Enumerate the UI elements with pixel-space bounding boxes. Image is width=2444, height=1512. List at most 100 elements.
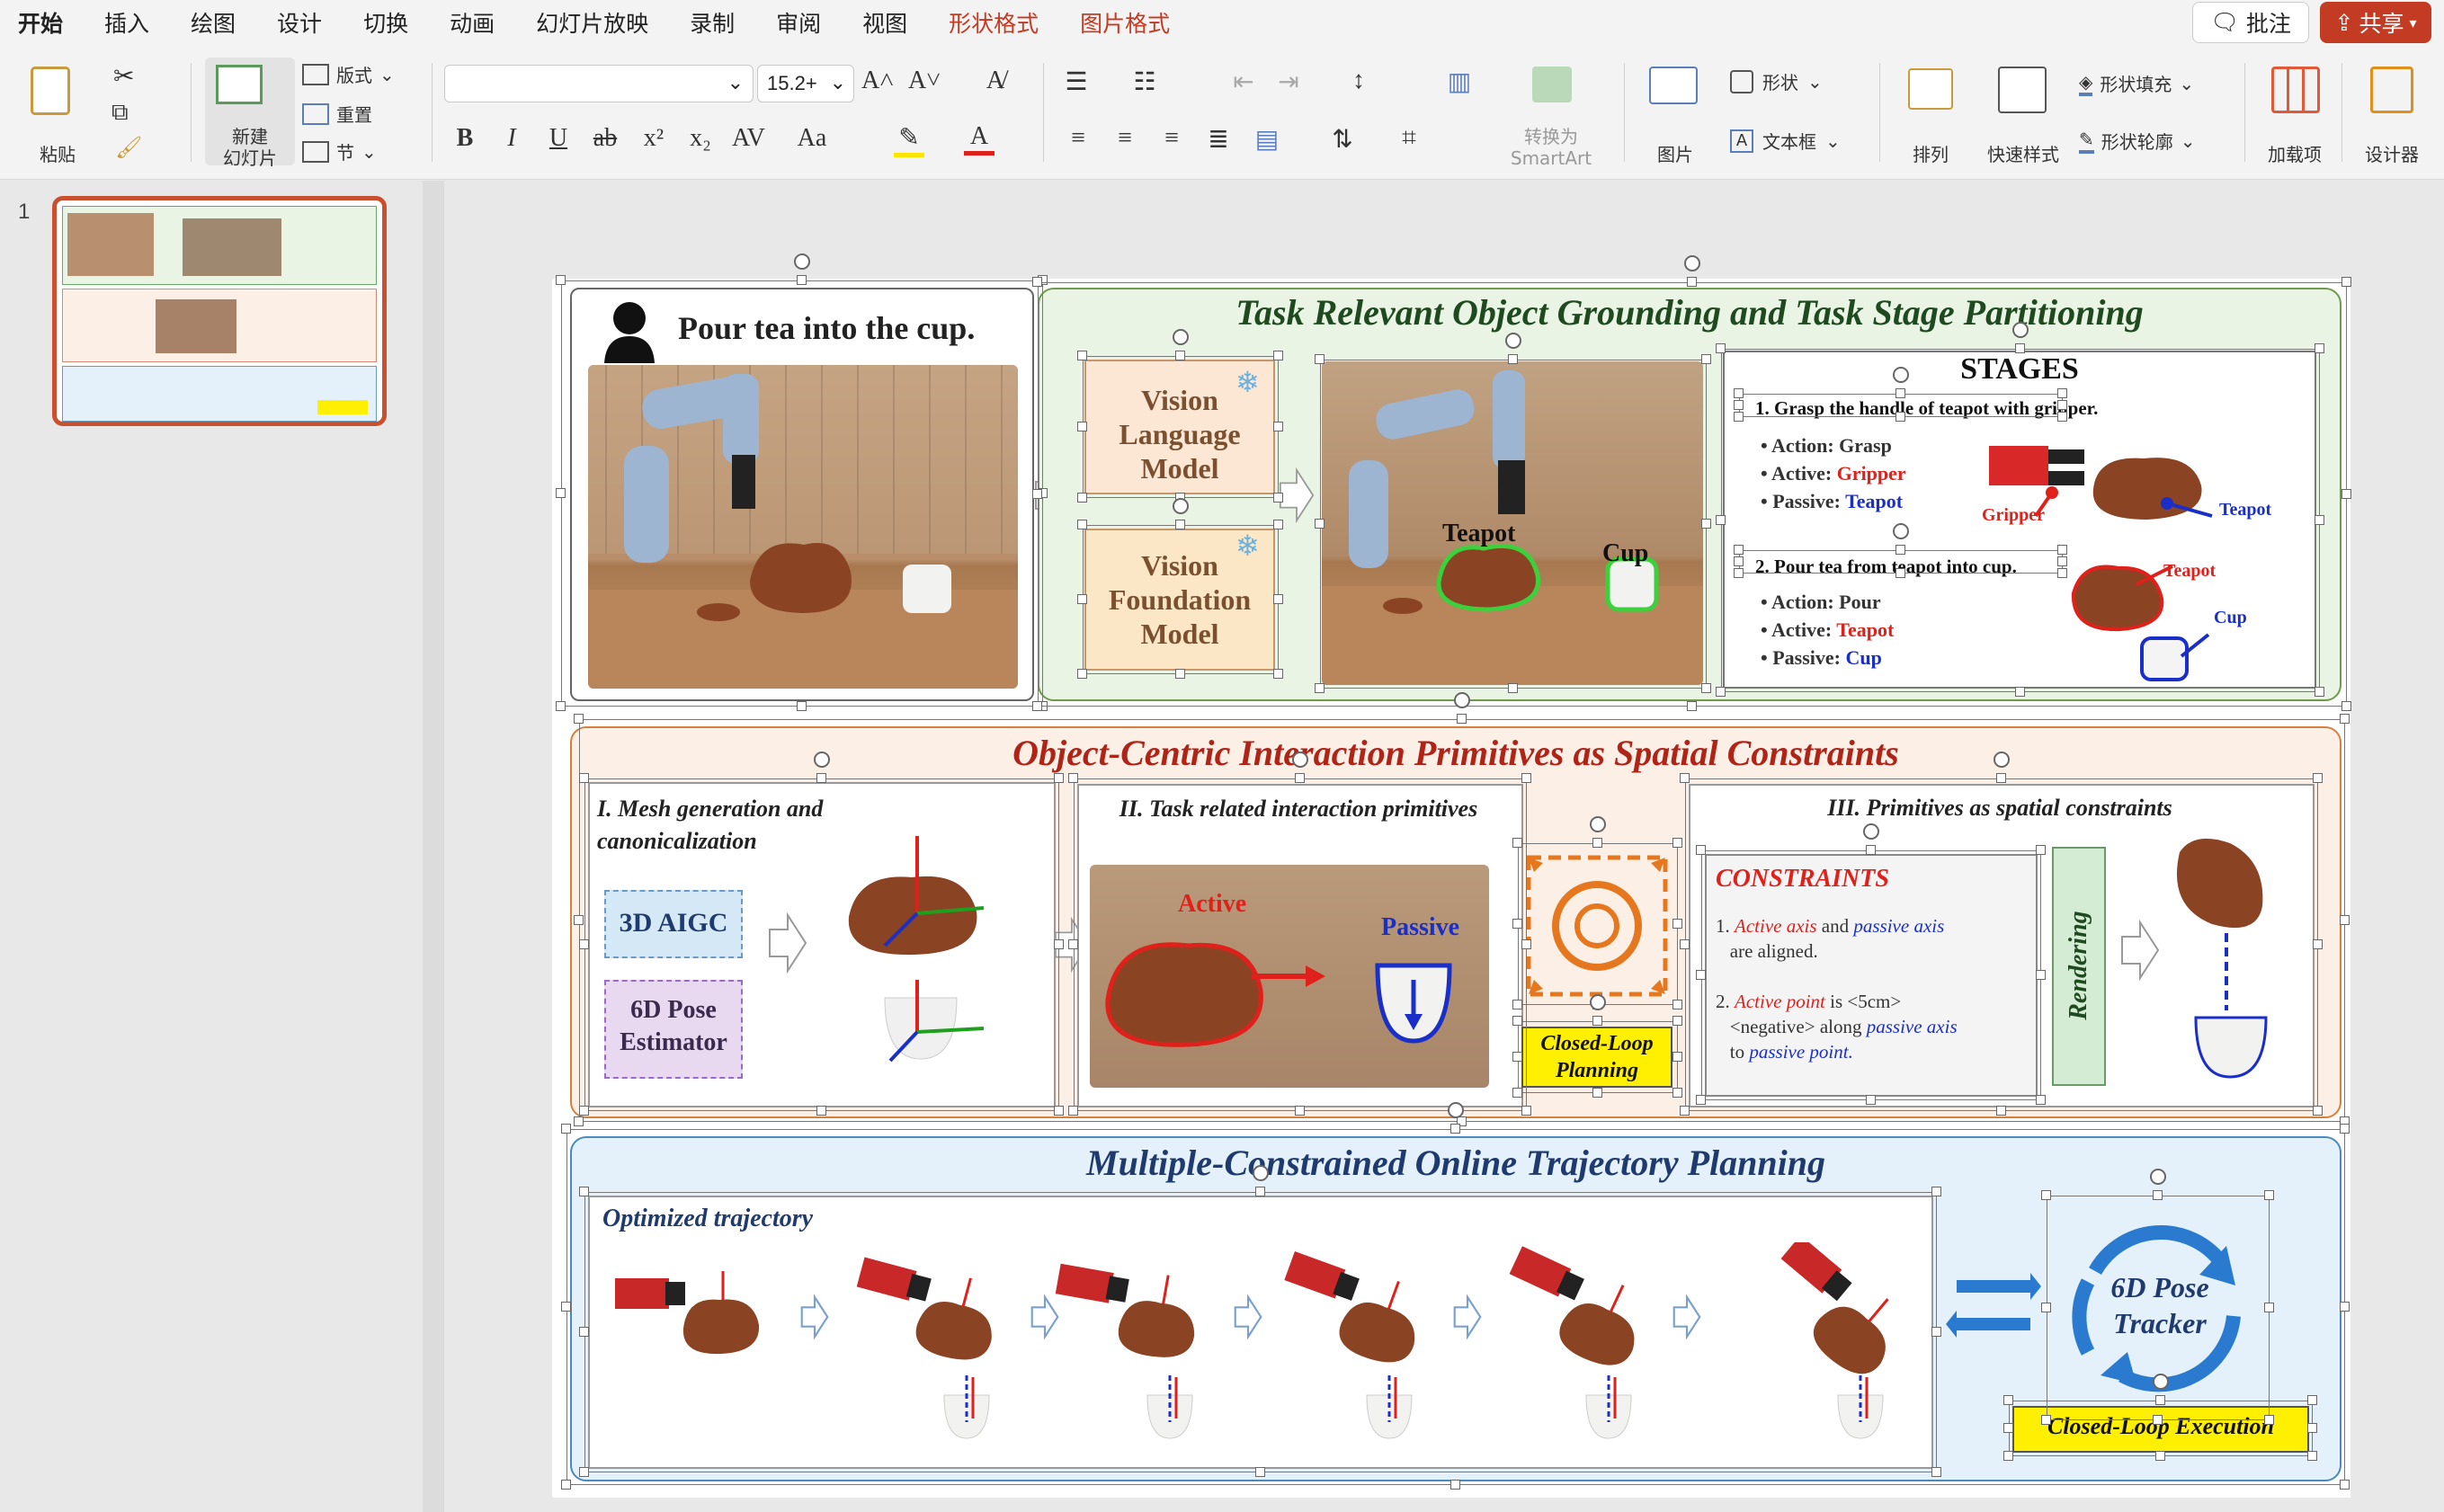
- resize-handle[interactable]: [2153, 1415, 2163, 1425]
- numbering-icon[interactable]: ☷: [1129, 67, 1160, 97]
- resize-handle[interactable]: [1512, 1000, 1522, 1009]
- tab-record[interactable]: 录制: [688, 3, 736, 42]
- resize-handle[interactable]: [2340, 1480, 2350, 1490]
- rotate-handle[interactable]: [1994, 752, 2010, 768]
- resize-handle[interactable]: [2340, 915, 2350, 925]
- resize-handle[interactable]: [1734, 545, 1744, 555]
- rotate-handle[interactable]: [1173, 329, 1189, 345]
- resize-handle[interactable]: [1315, 683, 1325, 693]
- resize-handle[interactable]: [2341, 701, 2351, 711]
- copy-icon[interactable]: ⧉: [111, 99, 129, 127]
- rotate-handle[interactable]: [1292, 752, 1308, 768]
- resize-handle[interactable]: [1672, 838, 1682, 848]
- resize-handle[interactable]: [1077, 669, 1087, 679]
- resize-handle[interactable]: [1273, 594, 1283, 604]
- resize-handle[interactable]: [2057, 556, 2067, 566]
- change-case-icon[interactable]: Aa: [797, 124, 827, 153]
- resize-handle[interactable]: [579, 939, 589, 949]
- resize-handle[interactable]: [2041, 1303, 2051, 1312]
- distributed-icon[interactable]: ▤: [1252, 124, 1282, 155]
- resize-handle[interactable]: [1734, 388, 1744, 398]
- slide-thumbnail[interactable]: [52, 196, 387, 426]
- resize-handle[interactable]: [1701, 354, 1711, 364]
- resize-handle[interactable]: [1672, 1052, 1682, 1062]
- resize-handle[interactable]: [1895, 412, 1905, 422]
- resize-handle[interactable]: [1054, 939, 1064, 949]
- resize-handle[interactable]: [2003, 1395, 2013, 1405]
- align-center-icon[interactable]: ≡: [1110, 124, 1140, 153]
- text-direction-icon[interactable]: ⇅: [1327, 124, 1358, 155]
- rotate-handle[interactable]: [2012, 322, 2029, 338]
- tab-picture-format[interactable]: 图片格式: [1078, 3, 1172, 42]
- rotate-handle[interactable]: [1253, 1165, 1269, 1181]
- resize-handle[interactable]: [561, 1124, 571, 1134]
- resize-handle[interactable]: [579, 1467, 589, 1477]
- resize-handle[interactable]: [1450, 1124, 1460, 1134]
- font-name-combo[interactable]: ⌄: [444, 65, 754, 102]
- font-size-combo[interactable]: 15.2+ ⌄: [757, 65, 854, 102]
- resize-handle[interactable]: [1175, 351, 1185, 360]
- resize-handle[interactable]: [1996, 773, 2006, 783]
- robot-scene-photo[interactable]: [588, 365, 1018, 689]
- resize-handle[interactable]: [2041, 1415, 2051, 1425]
- tab-draw[interactable]: 绘图: [189, 3, 237, 42]
- shape-fill-button[interactable]: ◈ 形状填充 ⌄: [2079, 70, 2194, 96]
- rotate-handle[interactable]: [1590, 994, 1606, 1010]
- resize-handle[interactable]: [1680, 1106, 1690, 1116]
- resize-handle[interactable]: [2036, 1095, 2046, 1105]
- resize-handle[interactable]: [2307, 1451, 2317, 1461]
- resize-handle[interactable]: [2307, 1423, 2317, 1433]
- resize-handle[interactable]: [1866, 845, 1876, 855]
- resize-handle[interactable]: [2315, 343, 2324, 353]
- resize-handle[interactable]: [1701, 683, 1711, 693]
- resize-handle[interactable]: [2341, 489, 2351, 499]
- resize-handle[interactable]: [2036, 845, 2046, 855]
- resize-handle[interactable]: [1512, 838, 1522, 848]
- resize-handle[interactable]: [2315, 687, 2324, 697]
- resize-handle[interactable]: [1734, 412, 1744, 422]
- resize-handle[interactable]: [2057, 388, 2067, 398]
- resize-handle[interactable]: [1680, 773, 1690, 783]
- align-text-icon[interactable]: ⌗: [1394, 124, 1424, 153]
- rotate-handle[interactable]: [794, 253, 810, 270]
- resize-handle[interactable]: [1068, 939, 1078, 949]
- resize-handle[interactable]: [1077, 351, 1087, 360]
- paste-button[interactable]: 粘贴: [22, 63, 94, 165]
- arrange-button[interactable]: 排列: [1892, 63, 1969, 165]
- resize-handle[interactable]: [1295, 773, 1305, 783]
- primitives-photo[interactable]: [1090, 865, 1489, 1088]
- decrease-font-icon[interactable]: A˅: [908, 67, 941, 95]
- resize-handle[interactable]: [1273, 520, 1283, 529]
- resize-handle[interactable]: [1996, 1106, 2006, 1116]
- reset-button[interactable]: 重置: [302, 101, 372, 127]
- shape-outline-button[interactable]: ✎ 形状轮廓 ⌄: [2079, 128, 2196, 154]
- resize-handle[interactable]: [1512, 1088, 1522, 1098]
- resize-handle[interactable]: [1672, 1088, 1682, 1098]
- designer-button[interactable]: 设计器: [2349, 63, 2435, 165]
- resize-handle[interactable]: [2315, 515, 2324, 525]
- rotate-handle[interactable]: [1505, 333, 1521, 349]
- resize-handle[interactable]: [816, 773, 826, 783]
- resize-handle[interactable]: [2340, 1124, 2350, 1134]
- rotate-handle[interactable]: [2153, 1374, 2169, 1390]
- resize-handle[interactable]: [1701, 519, 1711, 529]
- resize-handle[interactable]: [574, 915, 584, 925]
- resize-handle[interactable]: [1273, 669, 1283, 679]
- resize-handle[interactable]: [1672, 919, 1682, 929]
- resize-handle[interactable]: [2003, 1423, 2013, 1433]
- rotate-handle[interactable]: [1173, 498, 1189, 514]
- resize-handle[interactable]: [1696, 1095, 1706, 1105]
- layout-button[interactable]: 版式 ⌄: [302, 61, 395, 87]
- resize-handle[interactable]: [1716, 687, 1726, 697]
- align-left-icon[interactable]: ≡: [1063, 124, 1093, 153]
- resize-handle[interactable]: [1895, 545, 1905, 555]
- resize-handle[interactable]: [1273, 351, 1283, 360]
- resize-handle[interactable]: [2036, 970, 2046, 980]
- resize-handle[interactable]: [2155, 1395, 2165, 1405]
- increase-font-icon[interactable]: A˄: [861, 67, 894, 95]
- resize-handle[interactable]: [1734, 556, 1744, 566]
- tab-insert[interactable]: 插入: [103, 3, 151, 42]
- resize-handle[interactable]: [1068, 1106, 1078, 1116]
- resize-handle[interactable]: [1512, 1052, 1522, 1062]
- resize-handle[interactable]: [561, 1302, 571, 1312]
